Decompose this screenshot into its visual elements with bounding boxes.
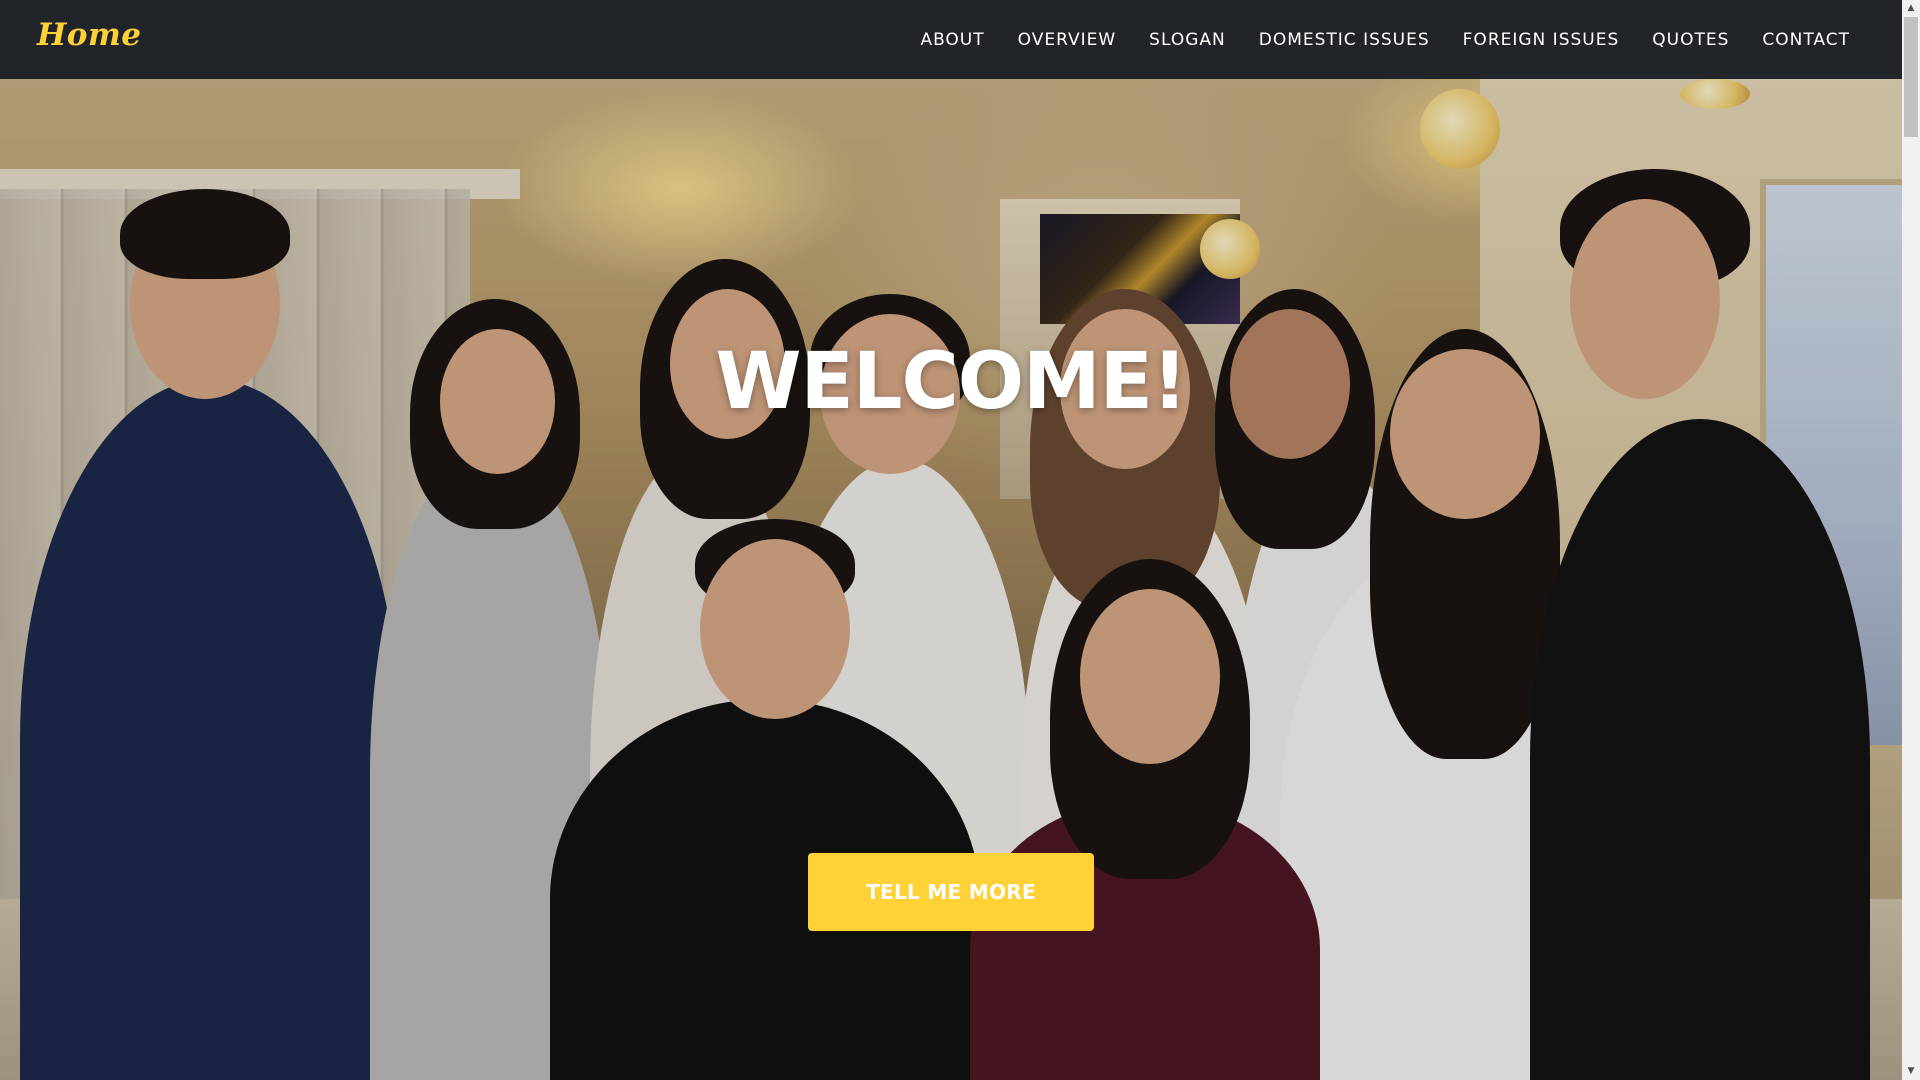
vertical-scrollbar[interactable]: ▲ ▼ [1902, 0, 1920, 1080]
nav-item-overview[interactable]: OVERVIEW [1018, 30, 1117, 50]
brand-home-link[interactable]: Home [37, 17, 142, 53]
scrollbar-thumb[interactable] [1904, 17, 1918, 137]
hero-section: WELCOME! TELL ME MORE [0, 79, 1902, 1080]
page-viewport: Home ABOUT OVERVIEW SLOGAN DOMESTIC ISSU… [0, 0, 1902, 1080]
hero-title: WELCOME! [715, 337, 1187, 427]
tell-me-more-button[interactable]: TELL ME MORE [808, 853, 1094, 931]
nav-item-slogan[interactable]: SLOGAN [1149, 30, 1226, 50]
nav-menu: ABOUT OVERVIEW SLOGAN DOMESTIC ISSUES FO… [887, 0, 1850, 79]
nav-item-about[interactable]: ABOUT [920, 30, 984, 50]
scroll-up-arrow-icon[interactable]: ▲ [1902, 0, 1920, 17]
nav-item-domestic-issues[interactable]: DOMESTIC ISSUES [1259, 30, 1430, 50]
nav-item-foreign-issues[interactable]: FOREIGN ISSUES [1463, 30, 1620, 50]
top-navbar: Home ABOUT OVERVIEW SLOGAN DOMESTIC ISSU… [0, 0, 1902, 79]
nav-item-contact[interactable]: CONTACT [1762, 30, 1850, 50]
scroll-down-arrow-icon[interactable]: ▼ [1902, 1063, 1920, 1080]
nav-item-quotes[interactable]: QUOTES [1652, 30, 1729, 50]
